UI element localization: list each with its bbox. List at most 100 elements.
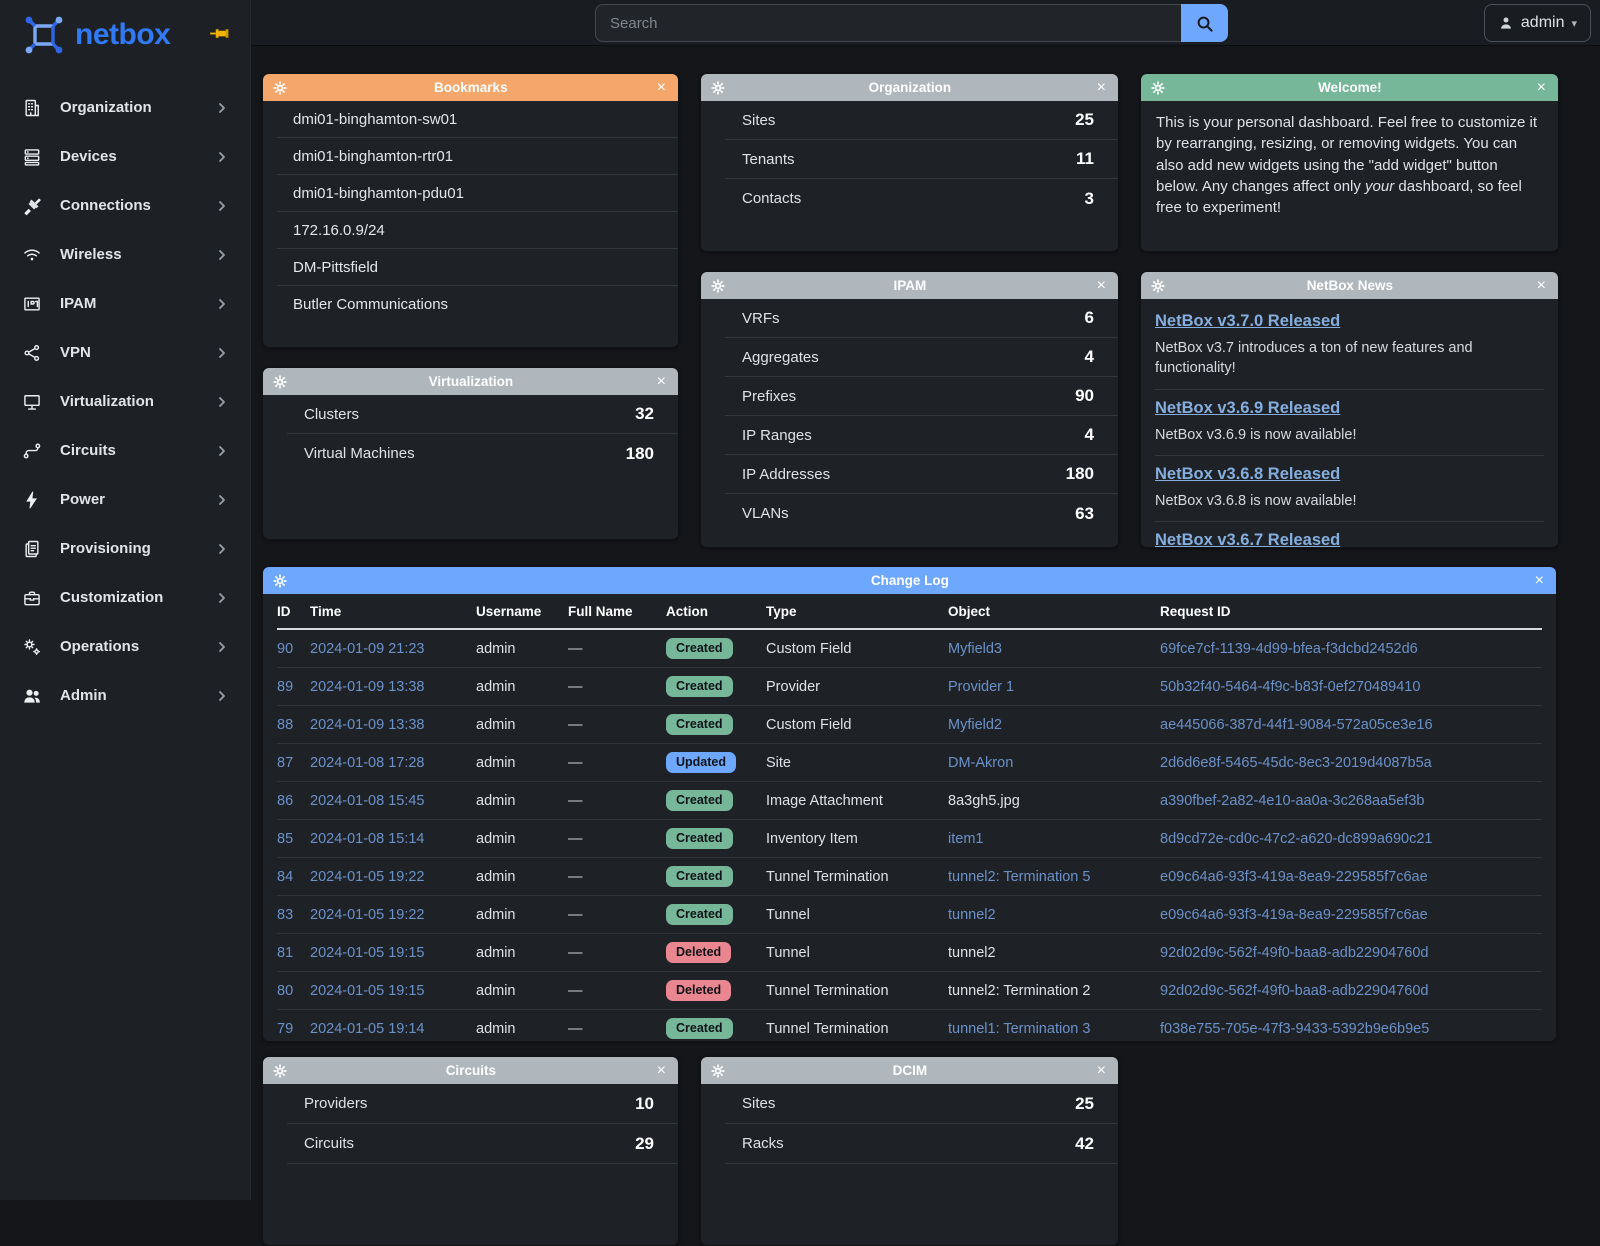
sidebar-pin-button[interactable] [207,24,232,46]
user-menu-button[interactable]: admin ▾ [1484,4,1591,42]
bookmark-link[interactable]: dmi01-binghamton-pdu01 [277,175,678,212]
change-time-link[interactable]: 2024-01-05 19:14 [310,1010,476,1043]
sidebar-item-power[interactable]: Power [0,475,250,524]
request-id-link[interactable]: 92d02d9c-562f-49f0-baa8-adb22904760d [1160,972,1542,1010]
change-time-link[interactable]: 2024-01-09 21:23 [310,629,476,668]
search-input[interactable] [595,4,1181,42]
sidebar-item-customization[interactable]: Customization [0,573,250,622]
bookmark-link[interactable]: 172.16.0.9/24 [277,212,678,249]
stat-value[interactable]: 29 [635,1134,654,1154]
close-icon[interactable]: × [655,374,668,390]
stat-value[interactable]: 63 [1075,504,1094,524]
change-time-link[interactable]: 2024-01-08 17:28 [310,744,476,782]
stat-value[interactable]: 25 [1075,1094,1094,1114]
change-id-link[interactable]: 87 [277,744,310,782]
sidebar-item-virtualization[interactable]: Virtualization [0,377,250,426]
request-id-link[interactable]: ae445066-387d-44f1-9084-572a05ce3e16 [1160,706,1542,744]
sidebar-item-admin[interactable]: Admin [0,671,250,720]
news-link[interactable]: NetBox v3.6.8 Released [1155,465,1340,484]
sidebar-item-organization[interactable]: Organization [0,83,250,132]
gear-icon[interactable] [711,81,725,95]
close-icon[interactable]: × [1535,278,1548,294]
stat-value[interactable]: 11 [1076,149,1094,169]
close-icon[interactable]: × [655,80,668,96]
change-object-link[interactable]: tunnel2 [948,896,1160,934]
change-object-link[interactable]: DM-Akron [948,744,1160,782]
request-id-link[interactable]: 8d9cd72e-cd0c-47c2-a620-dc899a690c21 [1160,820,1542,858]
close-icon[interactable]: × [1533,573,1546,589]
change-id-link[interactable]: 89 [277,668,310,706]
stat-value[interactable]: 180 [1066,464,1094,484]
gear-icon[interactable] [273,1064,287,1078]
change-id-link[interactable]: 80 [277,972,310,1010]
gear-icon[interactable] [273,574,287,588]
gear-icon[interactable] [273,375,287,389]
change-id-link[interactable]: 85 [277,820,310,858]
change-id-link[interactable]: 90 [277,629,310,668]
close-icon[interactable]: × [1095,1063,1108,1079]
bookmark-link[interactable]: Butler Communications [277,286,678,323]
close-icon[interactable]: × [1095,80,1108,96]
sidebar-item-devices[interactable]: Devices [0,132,250,181]
stat-value[interactable]: 4 [1085,425,1094,445]
request-id-link[interactable]: f038e755-705e-47f3-9433-5392b9e6b9e5 [1160,1010,1542,1043]
stat-value[interactable]: 180 [626,444,654,464]
stat-value[interactable]: 4 [1085,347,1094,367]
change-object-link[interactable]: Myfield3 [948,629,1160,668]
change-id-link[interactable]: 81 [277,934,310,972]
change-id-link[interactable]: 88 [277,706,310,744]
close-icon[interactable]: × [655,1063,668,1079]
stat-value[interactable]: 10 [635,1094,654,1114]
stat-value[interactable]: 42 [1075,1134,1094,1154]
request-id-link[interactable]: 50b32f40-5464-4f9c-b83f-0ef270489410 [1160,668,1542,706]
sidebar-item-operations[interactable]: Operations [0,622,250,671]
gear-icon[interactable] [273,81,287,95]
sidebar-item-connections[interactable]: Connections [0,181,250,230]
change-time-link[interactable]: 2024-01-05 19:22 [310,858,476,896]
stat-value[interactable]: 6 [1085,308,1094,328]
change-id-link[interactable]: 83 [277,896,310,934]
close-icon[interactable]: × [1095,278,1108,294]
gear-icon[interactable] [711,1064,725,1078]
change-time-link[interactable]: 2024-01-05 19:15 [310,972,476,1010]
sidebar-item-provisioning[interactable]: Provisioning [0,524,250,573]
close-icon[interactable]: × [1535,80,1548,96]
change-id-link[interactable]: 86 [277,782,310,820]
netbox-logo[interactable] [22,13,66,57]
stat-value[interactable]: 90 [1075,386,1094,406]
brand-name[interactable]: netbox [75,18,170,52]
gear-icon[interactable] [1151,279,1165,293]
request-id-link[interactable]: 2d6d6e8f-5465-45dc-8ec3-2019d4087b5a [1160,744,1542,782]
request-id-link[interactable]: a390fbef-2a82-4e10-aa0a-3c268aa5ef3b [1160,782,1542,820]
request-id-link[interactable]: 69fce7cf-1139-4d99-bfea-f3dcbd2452d6 [1160,629,1542,668]
news-link[interactable]: NetBox v3.7.0 Released [1155,312,1340,331]
change-id-link[interactable]: 84 [277,858,310,896]
stat-value[interactable]: 32 [635,404,654,424]
search-button[interactable] [1181,4,1228,42]
sidebar-item-ipam[interactable]: IPAM [0,279,250,328]
change-time-link[interactable]: 2024-01-05 19:15 [310,934,476,972]
change-object-link[interactable]: item1 [948,820,1160,858]
change-time-link[interactable]: 2024-01-09 13:38 [310,668,476,706]
sidebar-item-wireless[interactable]: Wireless [0,230,250,279]
bookmark-link[interactable]: dmi01-binghamton-rtr01 [277,138,678,175]
request-id-link[interactable]: e09c64a6-93f3-419a-8ea9-229585f7c6ae [1160,896,1542,934]
request-id-link[interactable]: e09c64a6-93f3-419a-8ea9-229585f7c6ae [1160,858,1542,896]
sidebar-item-circuits[interactable]: Circuits [0,426,250,475]
bookmark-link[interactable]: dmi01-binghamton-sw01 [277,101,678,138]
gear-icon[interactable] [1151,81,1165,95]
change-id-link[interactable]: 79 [277,1010,310,1043]
change-time-link[interactable]: 2024-01-08 15:45 [310,782,476,820]
sidebar-item-vpn[interactable]: VPN [0,328,250,377]
stat-value[interactable]: 3 [1085,189,1094,209]
change-object-link[interactable]: tunnel2: Termination 5 [948,858,1160,896]
request-id-link[interactable]: 92d02d9c-562f-49f0-baa8-adb22904760d [1160,934,1542,972]
gear-icon[interactable] [711,279,725,293]
change-time-link[interactable]: 2024-01-09 13:38 [310,706,476,744]
news-link[interactable]: NetBox v3.6.7 Released [1155,531,1340,548]
news-link[interactable]: NetBox v3.6.9 Released [1155,399,1340,418]
change-object-link[interactable]: Myfield2 [948,706,1160,744]
change-time-link[interactable]: 2024-01-05 19:22 [310,896,476,934]
change-object-link[interactable]: Provider 1 [948,668,1160,706]
change-time-link[interactable]: 2024-01-08 15:14 [310,820,476,858]
